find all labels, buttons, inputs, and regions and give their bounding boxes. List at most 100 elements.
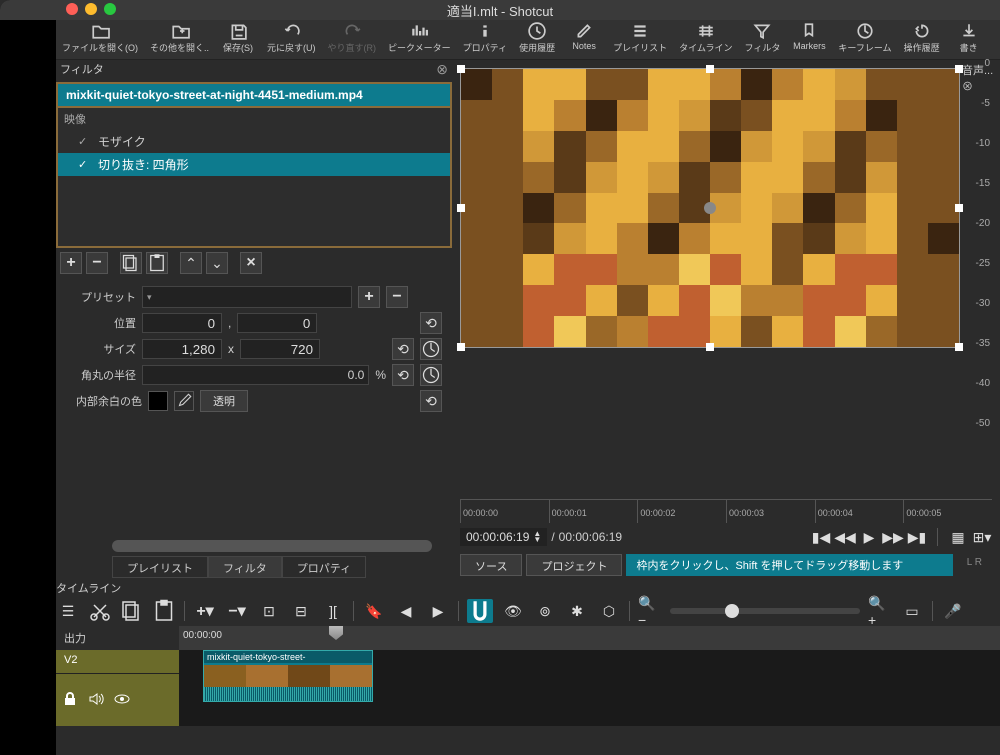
preset-add-button[interactable]: +	[358, 286, 380, 308]
move-filter-up-button[interactable]: ⌃	[180, 252, 202, 274]
play-button[interactable]: ▶	[859, 527, 879, 547]
center-handle[interactable]	[704, 202, 716, 214]
rewind-button[interactable]: ◀◀	[835, 527, 855, 547]
toolbar-bars-button[interactable]: ピークメーター	[382, 22, 457, 59]
copy-button[interactable]	[120, 600, 144, 622]
panel-tab[interactable]: フィルタ	[208, 556, 282, 578]
cut-button[interactable]	[88, 600, 112, 622]
toolbar-filter-button[interactable]: フィルタ	[739, 22, 787, 59]
toolbar-clock-button[interactable]: 使用履歴	[513, 22, 561, 59]
hide-icon[interactable]	[114, 691, 130, 710]
close-panel-icon[interactable]: ⊗	[436, 61, 448, 78]
size-reset-button[interactable]: ⟲	[392, 338, 414, 360]
output-track-header[interactable]: 出力	[56, 626, 179, 650]
forward-button[interactable]: ▶▶	[883, 527, 903, 547]
toolbar-undo-button[interactable]: 元に戻す(U)	[261, 22, 322, 59]
lock-icon[interactable]	[62, 691, 78, 710]
size-h-input[interactable]	[240, 339, 320, 359]
size-keyframe-button[interactable]	[420, 338, 442, 360]
add-filter-button[interactable]: +	[60, 252, 82, 274]
radius-slider[interactable]: 0.0	[142, 365, 369, 385]
grid-menu-button[interactable]: ⊞▾	[972, 527, 992, 547]
toolbar-marker-button[interactable]: Markers	[786, 22, 832, 59]
zoom-menu-button[interactable]: ▦	[948, 527, 968, 547]
toolbar-info-button[interactable]: プロパティ	[457, 22, 513, 59]
radius-keyframe-button[interactable]	[420, 364, 442, 386]
close-window-button[interactable]	[66, 3, 78, 15]
resize-handle-tc[interactable]	[706, 65, 714, 73]
scrub-button[interactable]: 👁	[501, 600, 525, 622]
ripple-all-button[interactable]: ✱	[565, 600, 589, 622]
eyedropper-button[interactable]	[174, 391, 194, 411]
position-y-input[interactable]	[237, 313, 317, 333]
resize-handle-tl[interactable]	[457, 65, 465, 73]
resize-handle-ml[interactable]	[457, 204, 465, 212]
timeline-ruler[interactable]: 00:00:00	[179, 626, 1000, 650]
minimize-window-button[interactable]	[85, 3, 97, 15]
zoom-out-button[interactable]: 🔍−	[638, 600, 662, 622]
resize-handle-bl[interactable]	[457, 343, 465, 351]
append-button[interactable]: +▾	[193, 600, 217, 622]
toolbar-history-button[interactable]: 操作履歴	[898, 22, 946, 59]
resize-handle-mr[interactable]	[955, 204, 963, 212]
left-scrollbar[interactable]	[112, 540, 396, 552]
size-w-input[interactable]	[142, 339, 222, 359]
skip-prev-button[interactable]: ▮◀	[811, 527, 831, 547]
position-reset-button[interactable]: ⟲	[420, 312, 442, 334]
toolbar-list-button[interactable]: プレイリスト	[607, 22, 673, 59]
marker-button[interactable]: 🔖	[362, 600, 386, 622]
toolbar-folder-button[interactable]: ファイルを開く(O)	[56, 22, 144, 59]
resize-handle-bc[interactable]	[706, 343, 714, 351]
timeline-clip[interactable]: mixkit-quiet-tokyo-street-	[203, 650, 373, 702]
toolbar-timeline-button[interactable]: タイムライン	[673, 22, 738, 59]
zoom-window-button[interactable]	[104, 3, 116, 15]
toolbar-redo-button[interactable]: やり直す(R)	[322, 22, 383, 59]
snap-button[interactable]	[467, 599, 493, 623]
filter-item[interactable]: ✓切り抜き: 四角形	[58, 153, 450, 176]
copy-filter-button[interactable]	[120, 252, 142, 274]
project-tab[interactable]: プロジェクト	[526, 554, 622, 576]
timeline-menu-button[interactable]: ☰	[56, 600, 80, 622]
deselect-filter-button[interactable]: ×	[240, 252, 262, 274]
v2-track-header[interactable]: V2	[56, 650, 179, 674]
toolbar-edit-button[interactable]: Notes	[561, 22, 607, 59]
zoom-slider[interactable]	[670, 608, 860, 614]
paste-filter-button[interactable]	[146, 252, 168, 274]
panel-tab[interactable]: プレイリスト	[112, 556, 208, 578]
toolbar-export-button[interactable]: 書き	[946, 22, 992, 59]
remove-filter-button[interactable]: −	[86, 252, 108, 274]
timeline-tracks[interactable]: 00:00:00 mixkit-quiet-tokyo-street-	[179, 626, 1000, 726]
filter-item[interactable]: ✓モザイク	[58, 130, 450, 153]
skip-next-button[interactable]: ▶▮	[907, 527, 927, 547]
toolbar-save-button[interactable]: 保存(S)	[215, 22, 261, 59]
padcolor-reset-button[interactable]: ⟲	[420, 390, 442, 412]
transparent-button[interactable]: 透明	[200, 390, 248, 412]
padcolor-swatch[interactable]	[148, 391, 168, 411]
split-button[interactable]: ]​[	[321, 600, 345, 622]
zoom-in-button[interactable]: 🔍+	[868, 600, 892, 622]
paste-button[interactable]	[152, 600, 176, 622]
ripple-button[interactable]: ⊚	[533, 600, 557, 622]
next-marker-button[interactable]: ▶	[426, 600, 450, 622]
source-tab[interactable]: ソース	[460, 554, 522, 576]
toolbar-folder-plus-button[interactable]: その他を開く..	[144, 22, 215, 59]
panel-tab[interactable]: プロパティ	[282, 556, 366, 578]
current-timecode[interactable]: 00:00:06:19▲▼	[460, 528, 547, 546]
overwrite-button[interactable]: ⊟	[289, 600, 313, 622]
remove-button[interactable]: −▾	[225, 600, 249, 622]
preview-canvas[interactable]	[460, 68, 960, 348]
record-audio-button[interactable]: 🎤	[941, 600, 965, 622]
lift-button[interactable]: ⊡	[257, 600, 281, 622]
preview-ruler[interactable]: 00:00:0000:00:0100:00:0200:00:0300:00:04…	[460, 499, 992, 522]
position-x-input[interactable]	[142, 313, 222, 333]
clip-filename[interactable]: mixkit-quiet-tokyo-street-at-night-4451-…	[56, 82, 452, 108]
mute-icon[interactable]	[88, 691, 104, 710]
playhead[interactable]	[329, 626, 343, 640]
prev-marker-button[interactable]: ◀	[394, 600, 418, 622]
preset-remove-button[interactable]: −	[386, 286, 408, 308]
toolbar-keyframe-button[interactable]: キーフレーム	[832, 22, 897, 59]
zoom-fit-button[interactable]: ▭	[900, 600, 924, 622]
preset-select[interactable]	[142, 286, 352, 308]
ripple-markers-button[interactable]: ⬡	[597, 600, 621, 622]
move-filter-down-button[interactable]: ⌄	[206, 252, 228, 274]
